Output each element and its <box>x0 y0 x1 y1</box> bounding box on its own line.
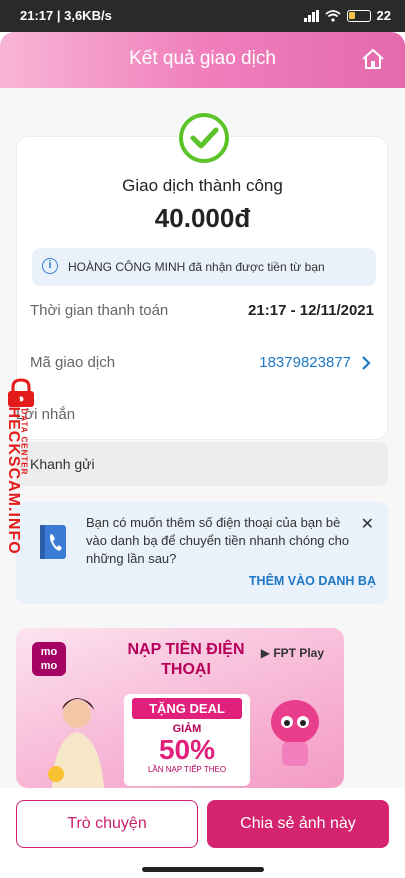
deal-title: TẶNG DEAL <box>132 698 242 719</box>
woman-illustration <box>48 698 104 788</box>
transaction-status: Giao dịch thành công <box>122 176 283 195</box>
wifi-icon <box>324 9 341 22</box>
home-icon[interactable] <box>361 48 385 70</box>
notice-text: HOÀNG CÔNG MINH đã nhận được tiền từ bạn <box>68 260 325 274</box>
bottom-action-bar: Trò chuyện Chia sẻ ảnh này <box>0 788 405 878</box>
status-time: 21:17 | 3,6KB/s <box>20 8 112 23</box>
mascot-illustration <box>271 700 319 766</box>
chevron-right-icon[interactable] <box>361 356 371 370</box>
momo-logo: mo mo <box>32 642 66 676</box>
add-contact-text: Bạn có muốn thêm số điện thoại của bạn b… <box>86 515 350 566</box>
add-to-contacts-button[interactable]: THÊM VÀO DANH BẠ <box>249 574 376 588</box>
deal-card: TẶNG DEAL GIẢM 50% LẦN NẠP TIẾP THEO <box>124 694 250 786</box>
share-image-button[interactable]: Chia sẻ ảnh này <box>207 800 389 848</box>
signal-icon <box>303 9 319 22</box>
banner-headline: NẠP TIỀN ĐIỆN THOẠI <box>127 641 245 678</box>
chat-button[interactable]: Trò chuyện <box>16 800 198 848</box>
home-indicator[interactable] <box>142 867 264 872</box>
info-icon: i <box>42 258 58 274</box>
payment-time-label: Thời gian thanh toán <box>30 302 169 319</box>
transaction-amount: 40.000đ <box>154 203 251 233</box>
discount-note: LẦN NẠP TIẾP THEO <box>147 765 227 774</box>
message-box: Khanh gửi <box>16 442 388 486</box>
recipient-notice: i HOÀNG CÔNG MINH đã nhận được tiền từ b… <box>32 248 376 286</box>
fpt-play-logo: ▶ FPT Play <box>260 646 324 660</box>
watermark-text: CHECKSCAM.INFO <box>5 394 22 555</box>
payment-time-value: 21:17 - 12/11/2021 <box>248 302 374 319</box>
promo-banner[interactable]: mo mo NẠP TIỀN ĐIỆN THOẠI ▶ FPT Play TẶNG… <box>16 628 344 788</box>
battery-icon <box>346 9 371 22</box>
watermark: DATA CENTER CHECKSCAM.INFO <box>0 378 46 578</box>
success-check-icon <box>178 112 230 164</box>
app-header: Kết quả giao dịch <box>0 32 405 88</box>
close-icon[interactable]: ✕ <box>361 514 374 534</box>
battery-level: 22 <box>376 8 391 23</box>
page-title: Kết quả giao dịch <box>129 48 276 69</box>
discount-value: 50% <box>158 734 216 765</box>
transaction-id-label: Mã giao dịch <box>30 354 116 371</box>
partner-name: FPT Play <box>273 646 324 660</box>
status-bar: 21:17 | 3,6KB/s 22 <box>0 0 405 32</box>
transaction-id-link[interactable]: 18379823877 <box>259 354 351 371</box>
add-contact-prompt: Bạn có muốn thêm số điện thoại của bạn b… <box>16 502 388 604</box>
status-icons: 22 <box>303 8 391 23</box>
